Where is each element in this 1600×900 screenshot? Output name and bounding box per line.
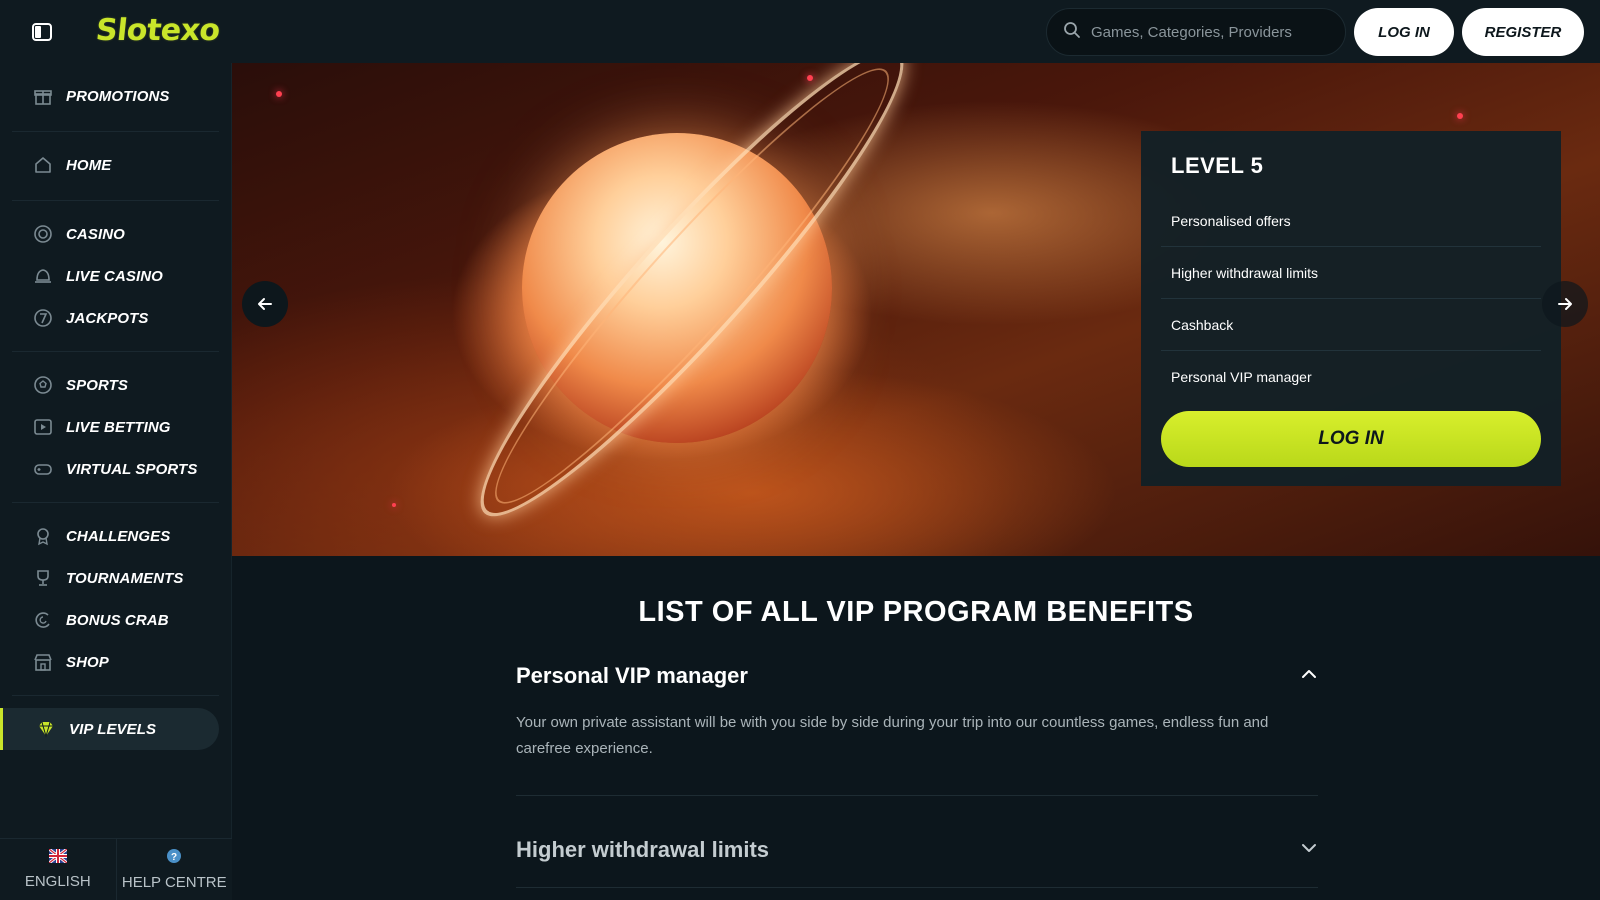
svg-text:?: ? — [171, 852, 177, 863]
sidebar-item-label: HOME — [66, 156, 112, 174]
arrow-left-icon — [258, 298, 272, 310]
sidebar-group-extras: CHALLENGES TOURNAMENTS BONUS CRAB SHOP — [12, 503, 219, 696]
logo[interactable]: Slotexo — [94, 13, 221, 48]
bell-icon — [32, 265, 54, 287]
gift-icon — [32, 85, 54, 107]
top-bar: Slotexo LOG IN REGISTER — [0, 0, 1600, 63]
claw-icon — [32, 609, 54, 631]
login-button[interactable]: LOG IN — [1354, 8, 1454, 56]
star-decoration — [1457, 113, 1463, 119]
sidebar-item-home[interactable]: HOME — [12, 144, 219, 186]
sidebar-item-live-casino[interactable]: LIVE CASINO — [12, 255, 219, 297]
search-box[interactable] — [1046, 8, 1346, 56]
level-benefit: Personal VIP manager — [1171, 369, 1312, 385]
sidebar-item-tournaments[interactable]: TOURNAMENTS — [12, 557, 219, 599]
help-icon: ? — [166, 848, 182, 868]
sidebar-item-label: PROMOTIONS — [66, 87, 170, 105]
sidebar-item-sports[interactable]: SPORTS — [12, 364, 219, 406]
level-benefit: Higher withdrawal limits — [1161, 247, 1541, 299]
sidebar-item-label: VIP LEVELS — [69, 720, 157, 738]
accordion-question: Personal VIP manager — [516, 663, 748, 688]
level-login-button[interactable]: LOG IN — [1161, 411, 1541, 467]
sidebar-item-label: CASINO — [66, 225, 125, 243]
accordion-header[interactable]: Personal VIP manager — [516, 656, 1318, 696]
sidebar-item-shop[interactable]: SHOP — [12, 641, 219, 683]
shop-icon — [32, 651, 54, 673]
sidebar: PROMOTIONS HOME CASINO LIVE CASINO JACKP… — [0, 63, 232, 900]
uk-flag-icon — [47, 847, 68, 867]
gamepad-icon — [32, 458, 54, 480]
sidebar-group-sports: SPORTS LIVE BETTING VIRTUAL SPORTS — [12, 352, 219, 503]
sidebar-item-label: LIVE BETTING — [66, 418, 171, 436]
sidebar-footer: ENGLISH ? HELP CENTRE — [0, 838, 232, 900]
help-label: HELP CENTRE — [121, 874, 227, 891]
carousel-prev-button[interactable] — [242, 281, 288, 327]
diamond-icon — [35, 718, 57, 740]
sidebar-item-vip-levels[interactable]: VIP LEVELS — [0, 708, 219, 750]
accordion-answer: Your own private assistant will be with … — [516, 714, 1269, 757]
trophy-icon — [32, 567, 54, 589]
seven-icon — [32, 307, 54, 329]
section-title: LIST OF ALL VIP PROGRAM BENEFITS — [638, 596, 1194, 628]
accordion-item: Personal VIP manager Your own private as… — [516, 656, 1318, 796]
sidebar-item-label: JACKPOTS — [66, 309, 149, 327]
arrow-right-icon — [1558, 298, 1572, 310]
accordion-item: Higher withdrawal limits — [516, 818, 1318, 888]
star-decoration — [276, 91, 282, 97]
sidebar-item-label: SPORTS — [66, 376, 129, 394]
sidebar-group-vip: VIP LEVELS — [0, 696, 219, 750]
vip-benefits-section: LIST OF ALL VIP PROGRAM BENEFITS Persona… — [232, 556, 1600, 900]
sidebar-item-label: VIRTUAL SPORTS — [66, 460, 198, 478]
home-icon — [32, 154, 54, 176]
sidebar-item-challenges[interactable]: CHALLENGES — [12, 515, 219, 557]
sidebar-item-bonus-crab[interactable]: BONUS CRAB — [12, 599, 219, 641]
language-label: ENGLISH — [24, 873, 91, 890]
sidebar-group-home: HOME — [12, 132, 219, 201]
help-centre-link[interactable]: ? HELP CENTRE — [115, 839, 233, 900]
medal-icon — [32, 525, 54, 547]
level-title: LEVEL 5 — [1171, 153, 1264, 178]
sidebar-item-promotions[interactable]: PROMOTIONS — [12, 75, 219, 117]
sidebar-group-promotions: PROMOTIONS — [12, 63, 219, 132]
star-decoration — [392, 503, 396, 507]
sidebar-item-casino[interactable]: CASINO — [12, 213, 219, 255]
language-selector[interactable]: ENGLISH — [0, 839, 116, 900]
sidebar-item-label: BONUS CRAB — [66, 611, 169, 629]
register-button[interactable]: REGISTER — [1462, 8, 1584, 56]
level-benefit: Cashback — [1161, 299, 1541, 351]
chevron-down-icon[interactable] — [1300, 839, 1318, 862]
sidebar-item-live-betting[interactable]: LIVE BETTING — [12, 406, 219, 448]
search-input[interactable] — [1091, 23, 1321, 41]
soccer-ball-icon — [32, 374, 54, 396]
sidebar-item-virtual-sports[interactable]: VIRTUAL SPORTS — [12, 448, 219, 490]
level-card: LEVEL 5 Personalised offers Higher withd… — [1141, 131, 1561, 486]
play-icon — [32, 416, 54, 438]
sidebar-group-casino: CASINO LIVE CASINO JACKPOTS — [12, 201, 219, 352]
sidebar-item-label: CHALLENGES — [66, 527, 171, 545]
chevron-up-icon[interactable] — [1300, 665, 1318, 688]
sidebar-item-label: TOURNAMENTS — [66, 569, 184, 587]
star-decoration — [807, 75, 813, 81]
accordion-header[interactable]: Higher withdrawal limits — [516, 830, 1318, 870]
sidebar-item-label: SHOP — [66, 653, 109, 671]
carousel-next-button[interactable] — [1542, 281, 1588, 327]
level-benefit: Personalised offers — [1161, 195, 1541, 247]
sidebar-item-jackpots[interactable]: JACKPOTS — [12, 297, 219, 339]
hero-banner: LEVEL 5 Personalised offers Higher withd… — [232, 63, 1600, 556]
chip-icon — [32, 223, 54, 245]
sidebar-toggle-icon[interactable] — [30, 20, 54, 44]
search-icon — [1063, 21, 1081, 44]
sidebar-item-label: LIVE CASINO — [66, 267, 163, 285]
accordion-question: Higher withdrawal limits — [516, 837, 770, 862]
